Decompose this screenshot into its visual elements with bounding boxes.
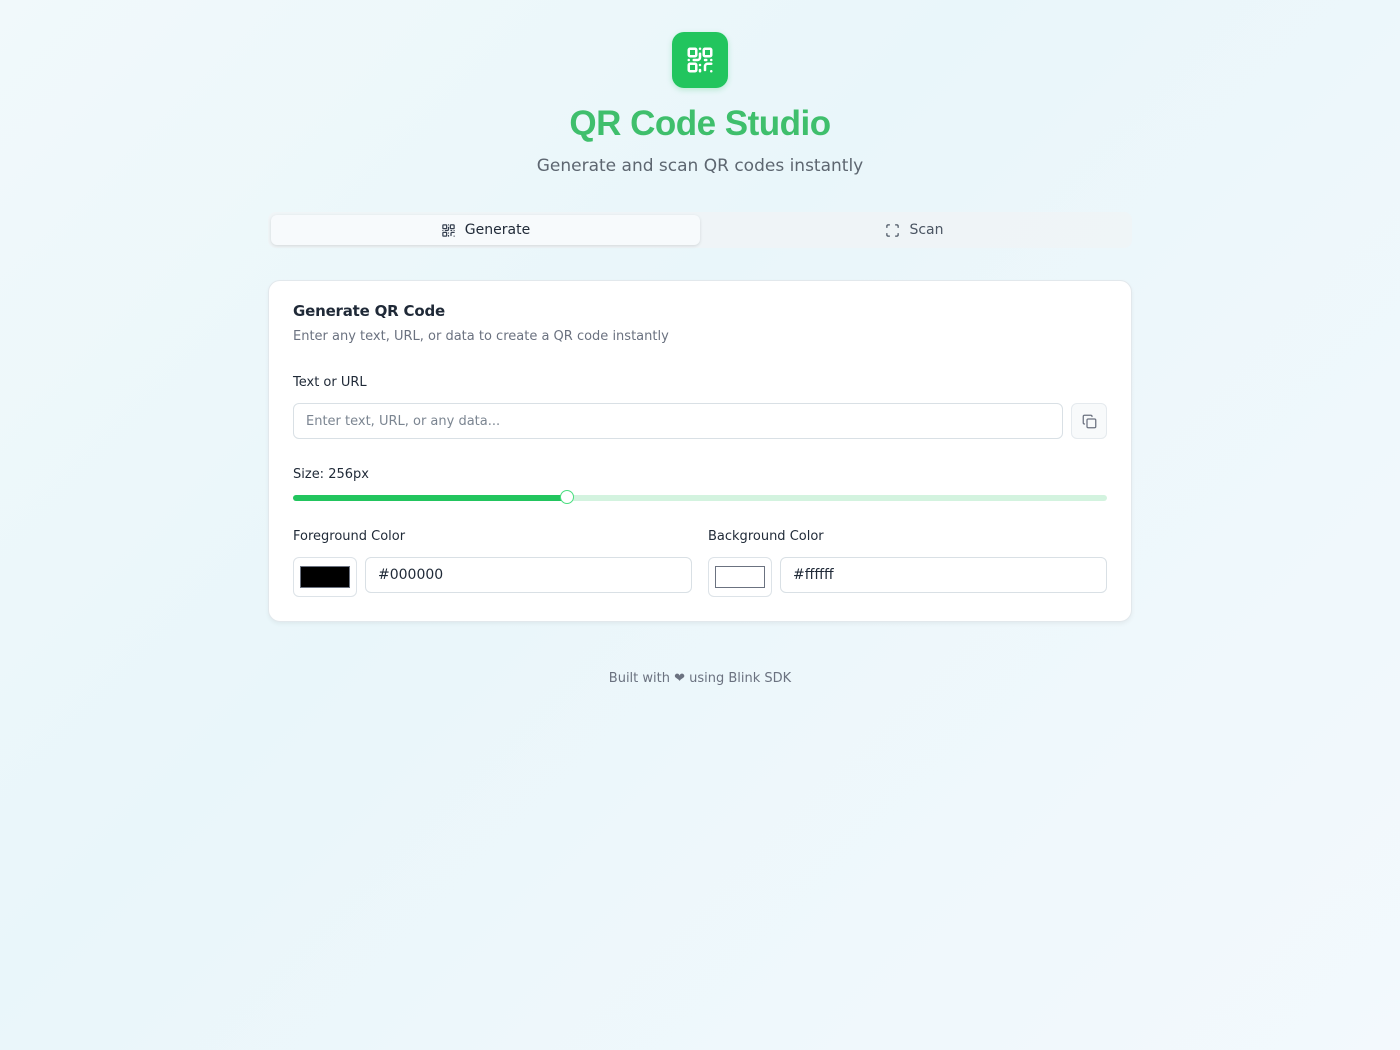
slider-fill: [293, 495, 567, 501]
app-subtitle: Generate and scan QR codes instantly: [536, 156, 864, 176]
size-label: Size: 256px: [293, 467, 369, 482]
tab-generate-label: Generate: [464, 222, 531, 238]
qr-code-icon: [441, 223, 456, 238]
app-logo: [672, 32, 728, 88]
tab-list: Generate Scan: [268, 212, 1132, 248]
copy-icon: [1082, 414, 1097, 429]
app-title: QR Code Studio: [569, 104, 831, 143]
background-color-label: Background Color: [708, 529, 824, 544]
card-description: Enter any text, URL, or data to create a…: [293, 329, 669, 344]
tab-generate[interactable]: Generate: [271, 215, 700, 245]
copy-button[interactable]: [1071, 403, 1107, 439]
card-title: Generate QR Code: [293, 302, 445, 320]
page: QR Code Studio Generate and scan QR code…: [0, 0, 1400, 1050]
text-or-url-input[interactable]: [293, 403, 1063, 439]
foreground-color-swatch: [300, 566, 350, 588]
foreground-color-label: Foreground Color: [293, 529, 406, 544]
background-color-swatch: [715, 566, 765, 588]
slider-thumb[interactable]: [559, 490, 574, 504]
qr-code-icon: [685, 45, 715, 75]
foreground-color-input[interactable]: [365, 557, 692, 593]
size-slider[interactable]: [293, 490, 1107, 506]
scan-frame-icon: [885, 223, 900, 238]
background-color-input[interactable]: [780, 557, 1107, 593]
foreground-color-picker[interactable]: [293, 557, 357, 597]
tab-scan-label: Scan: [909, 222, 944, 238]
generate-card: Generate QR Code Enter any text, URL, or…: [268, 280, 1132, 622]
background-color-picker[interactable]: [708, 557, 772, 597]
tab-scan[interactable]: Scan: [700, 215, 1129, 245]
text-or-url-label: Text or URL: [293, 375, 367, 390]
footer-text: Built with ❤ using Blink SDK: [608, 671, 792, 686]
